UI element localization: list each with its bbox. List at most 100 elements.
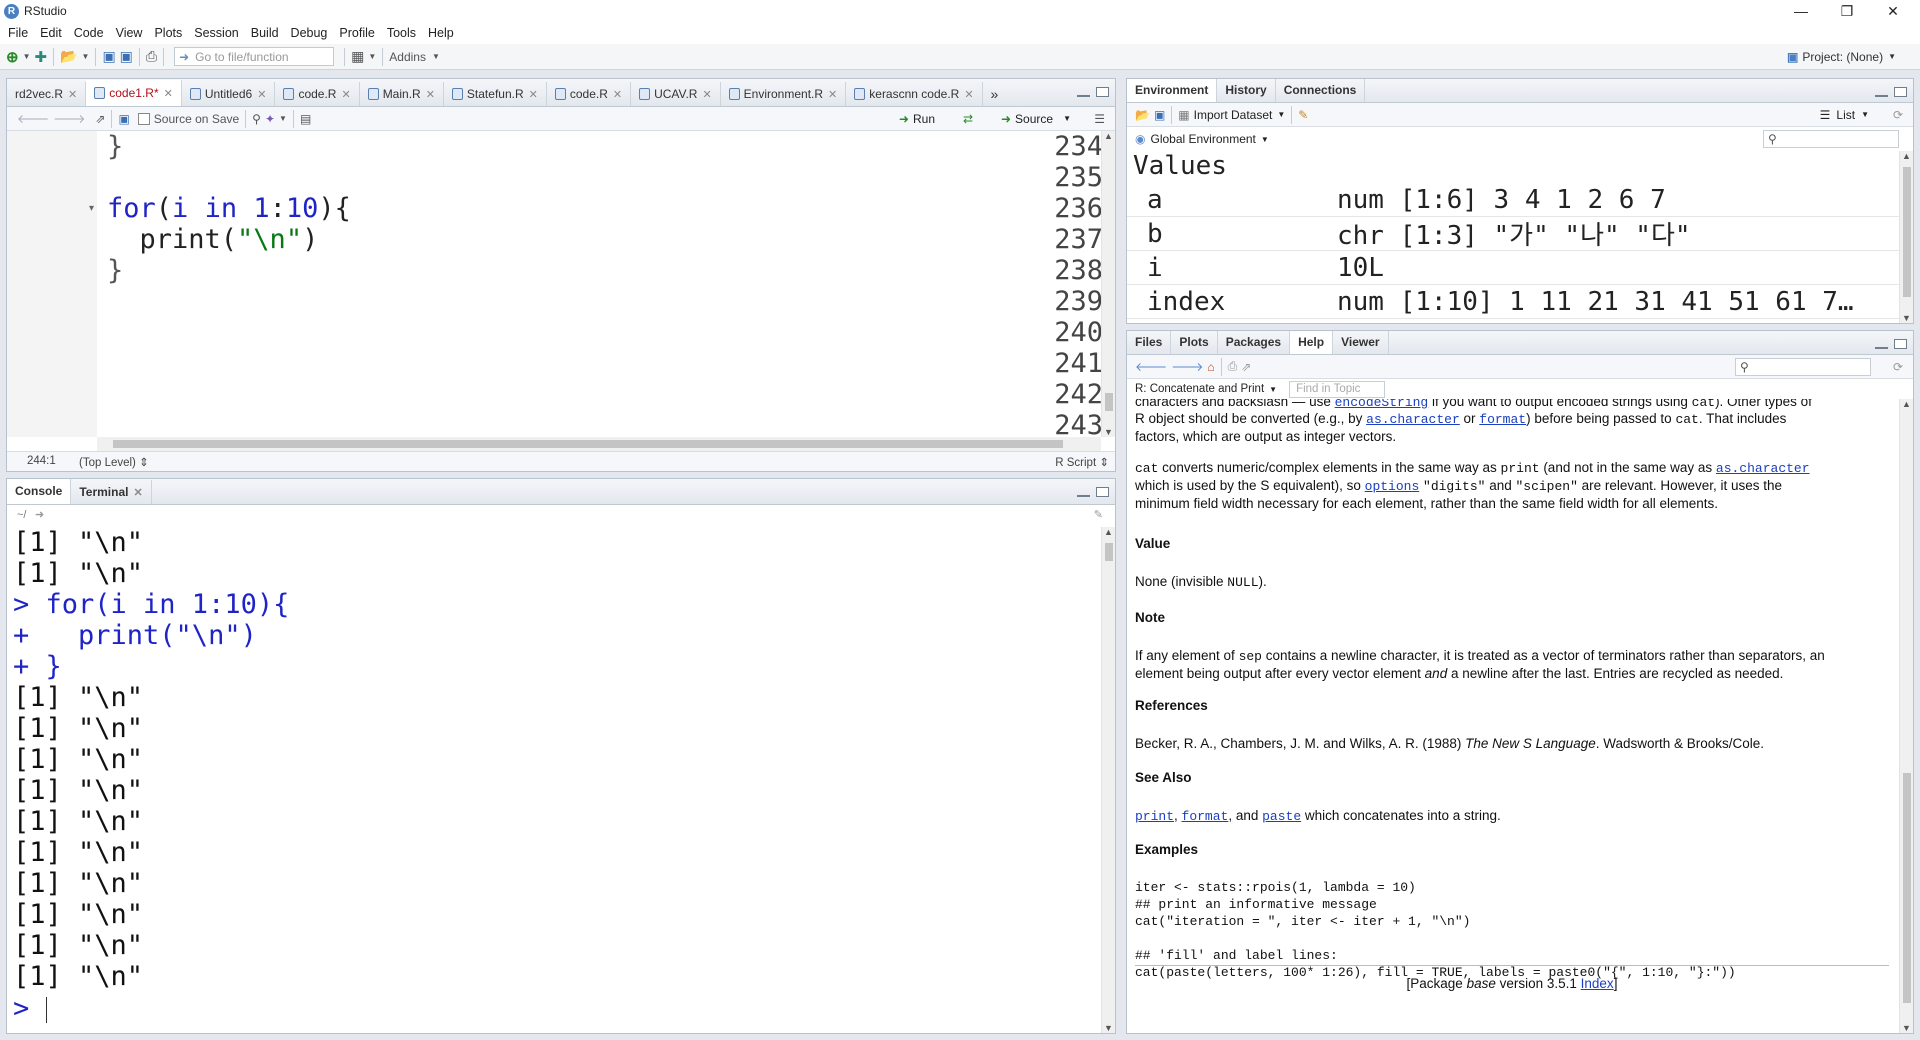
env-row[interactable]: index num [1:10] 1 11 21 31 41 51 61 7… — [1127, 285, 1899, 319]
env-row[interactable]: a num [1:6] 3 4 1 2 6 7 — [1127, 183, 1899, 217]
tab-code-r-2[interactable]: code.R ✕ — [547, 82, 632, 106]
fold-chevron-icon[interactable]: ▾ — [89, 203, 94, 214]
dropdown-icon[interactable]: ▼ — [82, 47, 90, 67]
rerun-icon[interactable]: ⇄ — [963, 109, 973, 129]
editor-horizontal-scrollbar[interactable] — [97, 437, 1101, 451]
topic-selector[interactable]: R: Concatenate and Print ▼ — [1135, 383, 1277, 395]
tab-code1[interactable]: code1.R* ✕ — [86, 80, 182, 106]
tab-rd2vec[interactable]: rd2vec.R ✕ — [7, 82, 87, 106]
forward-icon[interactable]: 🡒 — [1171, 357, 1203, 377]
clear-console-icon[interactable]: ✎ — [1094, 508, 1103, 521]
tab-history[interactable]: History — [1217, 79, 1276, 102]
grid-layout-icon[interactable]: ▦ — [351, 47, 364, 67]
help-link[interactable]: as.character — [1716, 461, 1810, 476]
project-menu[interactable]: ▣ Project: (None) ▼ — [1787, 47, 1896, 67]
open-folder-icon[interactable]: 📂 — [60, 47, 77, 67]
minimize-icon[interactable]: — — [1778, 0, 1824, 22]
maximize-pane-icon[interactable] — [1096, 487, 1109, 497]
menu-session[interactable]: Session — [194, 26, 238, 40]
help-link[interactable]: format — [1182, 809, 1229, 824]
help-link[interactable]: as.character — [1366, 412, 1460, 427]
tab-console[interactable]: Console — [7, 479, 72, 504]
help-link[interactable]: encodeString — [1335, 399, 1429, 410]
dropdown-icon[interactable]: ▼ — [279, 109, 287, 129]
refresh-icon[interactable]: ⟳ — [1893, 357, 1903, 377]
save-icon[interactable]: ▣ — [118, 109, 129, 129]
dropdown-icon[interactable]: ▼ — [23, 47, 31, 67]
source-button[interactable]: ➜ Source ▼ — [1001, 109, 1071, 129]
maximize-pane-icon[interactable] — [1894, 87, 1907, 97]
tab-statefun[interactable]: Statefun.R ✕ — [444, 82, 547, 106]
minimize-pane-icon[interactable] — [1875, 93, 1888, 97]
index-link[interactable]: Index — [1581, 976, 1614, 991]
home-icon[interactable]: ⌂ — [1207, 357, 1214, 377]
goto-file-input[interactable]: ➜ Go to file/function — [174, 47, 335, 66]
menu-edit[interactable]: Edit — [40, 26, 62, 40]
close-icon[interactable]: ✕ — [1870, 0, 1916, 22]
scope-selector[interactable]: (Top Level) ⇕ — [79, 455, 149, 469]
more-tabs-icon[interactable]: » — [983, 82, 1007, 106]
load-workspace-icon[interactable]: 📂 — [1135, 105, 1150, 125]
tab-ucav[interactable]: UCAV.R ✕ — [631, 82, 721, 106]
tab-plots[interactable]: Plots — [1171, 331, 1218, 354]
tab-environment-r[interactable]: Environment.R ✕ — [721, 82, 847, 106]
save-icon[interactable]: ▣ — [102, 47, 115, 67]
view-mode-selector[interactable]: ☰ List ▼ — [1820, 105, 1869, 125]
dropdown-icon[interactable]: ▼ — [368, 47, 376, 67]
tab-main[interactable]: Main.R ✕ — [360, 82, 444, 106]
tab-terminal[interactable]: Terminal ✕ — [71, 480, 152, 504]
help-link[interactable]: options — [1365, 479, 1420, 494]
tab-files[interactable]: Files — [1127, 331, 1172, 354]
environment-search-input[interactable]: ⚲ — [1763, 130, 1899, 148]
console-scrollbar[interactable]: ▲ ▼ — [1101, 527, 1115, 1033]
show-in-window-icon[interactable]: ⇗ — [1241, 357, 1251, 377]
save-workspace-icon[interactable]: ▣ — [1154, 105, 1165, 125]
menu-profile[interactable]: Profile — [339, 26, 374, 40]
back-icon[interactable]: 🡐 — [1135, 357, 1167, 377]
menu-code[interactable]: Code — [74, 26, 104, 40]
new-file-icon[interactable]: ⊕ — [6, 47, 19, 67]
print-icon[interactable]: ⎙ — [1228, 357, 1238, 377]
source-on-save-checkbox[interactable]: Source on Save — [137, 109, 239, 129]
console-output[interactable]: [1] "\n" [1] "\n" > for(i in 1:10){ + pr… — [7, 527, 1115, 1033]
help-link[interactable]: format — [1479, 412, 1526, 427]
tab-help[interactable]: Help — [1290, 331, 1334, 354]
tab-packages[interactable]: Packages — [1218, 331, 1291, 354]
minimize-pane-icon[interactable] — [1875, 345, 1888, 349]
menu-tools[interactable]: Tools — [387, 26, 416, 40]
new-project-icon[interactable]: ✚ — [35, 47, 48, 67]
tab-kerascnn[interactable]: kerascnn code.R ✕ — [846, 82, 983, 106]
maximize-pane-icon[interactable] — [1096, 87, 1109, 97]
help-search-input[interactable]: ⚲ — [1735, 358, 1871, 376]
clear-broom-icon[interactable]: ✎ — [1298, 105, 1308, 125]
env-row[interactable]: i 10L — [1127, 251, 1899, 285]
help-link[interactable]: print — [1135, 809, 1174, 824]
environment-scrollbar[interactable]: ▲ ▼ — [1899, 151, 1913, 323]
compile-report-icon[interactable]: ▤ — [300, 109, 311, 129]
scope-dropdown[interactable]: ◉ Global Environment ▼ — [1135, 129, 1269, 149]
help-link[interactable]: paste — [1262, 809, 1301, 824]
magic-wand-icon[interactable]: ✦ — [265, 109, 275, 129]
outline-icon[interactable]: ☰ — [1094, 109, 1105, 129]
menu-help[interactable]: Help — [428, 26, 454, 40]
show-in-window-icon[interactable]: ⇗ — [95, 109, 105, 129]
print-icon[interactable]: ⎙ — [146, 47, 157, 67]
back-icon[interactable]: 🡐 — [17, 109, 49, 129]
restore-icon[interactable]: ❐ — [1824, 0, 1870, 22]
tab-viewer[interactable]: Viewer — [1333, 331, 1389, 354]
tab-code-r[interactable]: code.R ✕ — [275, 82, 360, 106]
menu-plots[interactable]: Plots — [154, 26, 182, 40]
search-icon[interactable]: ⚲ — [252, 109, 261, 129]
addins-button[interactable]: Addins ▼ — [389, 47, 440, 67]
go-to-directory-icon[interactable]: ➜ — [35, 508, 44, 521]
code-area[interactable]: 234 235 236 237 238 239 240 241 242 243 … — [7, 131, 1115, 437]
console-input[interactable]: > — [13, 993, 47, 1024]
maximize-pane-icon[interactable] — [1894, 339, 1907, 349]
minimize-pane-icon[interactable] — [1077, 93, 1090, 97]
env-row[interactable]: b chr [1:3] "가" "나" "다" — [1127, 217, 1899, 251]
tab-connections[interactable]: Connections — [1276, 79, 1366, 102]
editor-vertical-scrollbar[interactable]: ▲ ▼ — [1101, 131, 1115, 437]
import-dataset-button[interactable]: ▦ Import Dataset ▼ — [1178, 105, 1285, 125]
refresh-icon[interactable]: ⟳ — [1893, 105, 1903, 125]
menu-file[interactable]: File — [8, 26, 28, 40]
